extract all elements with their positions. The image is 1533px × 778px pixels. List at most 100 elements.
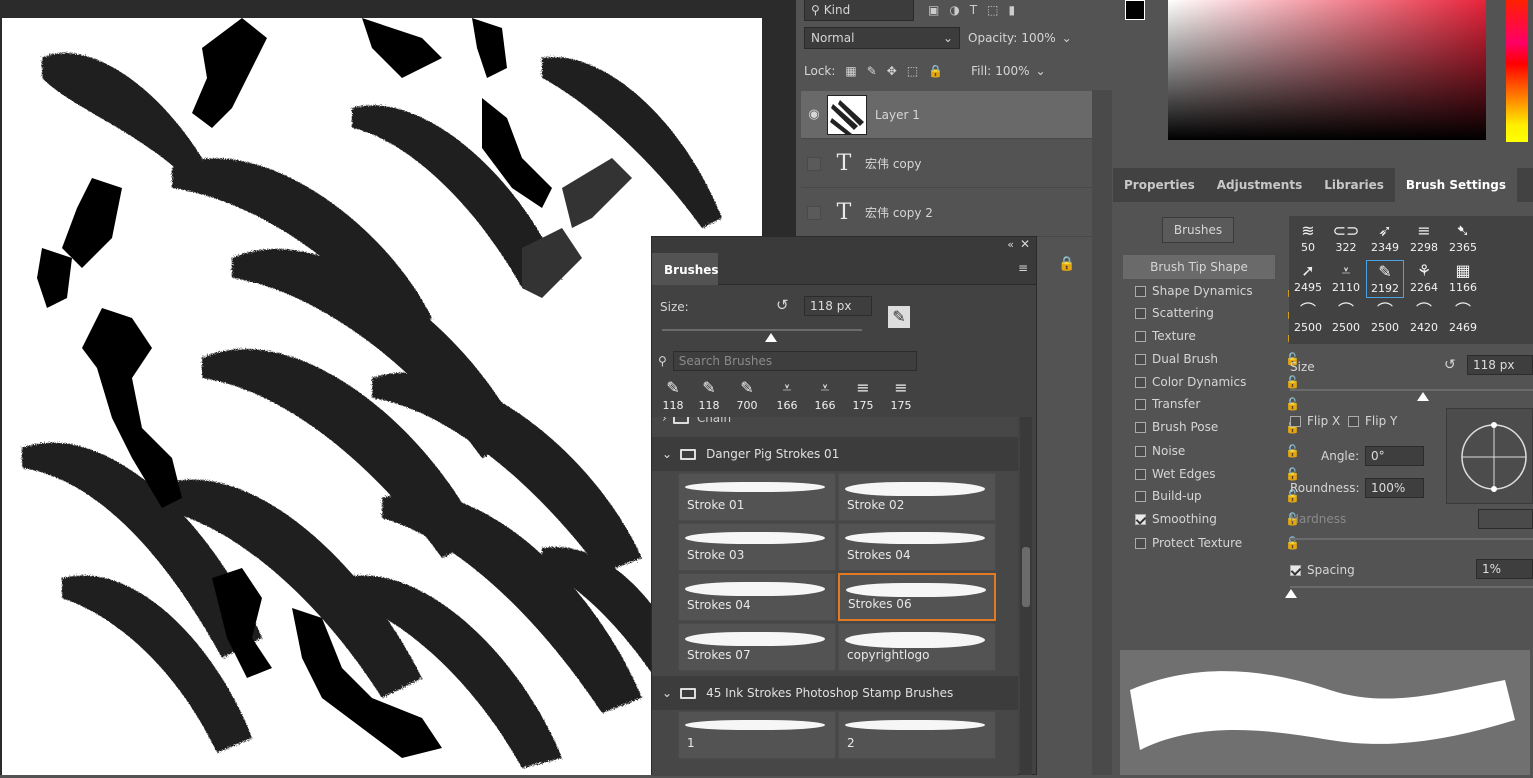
- brush-tip[interactable]: ⌒ 2500: [1327, 300, 1365, 338]
- brush-tip[interactable]: ⊂⊃ 322: [1327, 220, 1365, 258]
- brush-tip[interactable]: ➷ 2365: [1444, 220, 1482, 258]
- chevron-down-icon[interactable]: ⌄: [1036, 64, 1046, 78]
- hardness-input[interactable]: [1478, 509, 1533, 529]
- recent-brush[interactable]: ≡ 175: [848, 377, 878, 417]
- tab-brushes[interactable]: Brushes: [652, 253, 719, 285]
- brush-item[interactable]: 2: [838, 711, 996, 759]
- recent-brush[interactable]: ⩡ 166: [772, 377, 802, 417]
- visibility-toggle[interactable]: [807, 156, 821, 171]
- option-color-dynamics[interactable]: Color Dynamics 🔓: [1135, 371, 1300, 393]
- flip-x-option[interactable]: Flip X: [1290, 414, 1340, 428]
- brush-list-scrollbar[interactable]: [1020, 417, 1032, 775]
- brush-tip[interactable]: ⌒ 2500: [1289, 300, 1327, 338]
- brush-tip[interactable]: ⌒ 2420: [1405, 300, 1443, 338]
- brush-tip[interactable]: ≋ 50: [1289, 220, 1327, 258]
- checkbox-checked[interactable]: [1135, 513, 1146, 525]
- lock-icons[interactable]: ▦✎✥⬚🔒: [845, 64, 953, 78]
- group-header-partial[interactable]: › Chain: [662, 417, 731, 425]
- brush-tip[interactable]: ≡ 2298: [1405, 220, 1443, 258]
- recent-brush[interactable]: ✎ 700: [732, 377, 762, 417]
- lock-icon[interactable]: 🔓: [1285, 397, 1300, 411]
- size-slider-knob[interactable]: [1417, 392, 1429, 401]
- foreground-color-swatch[interactable]: [1125, 0, 1145, 20]
- recent-brush[interactable]: ✎ 118: [658, 377, 688, 417]
- brush-tip-selected[interactable]: ✎ 2192: [1366, 260, 1404, 298]
- checkbox[interactable]: [1135, 468, 1146, 480]
- recent-brush[interactable]: ⩡ 166: [810, 377, 840, 417]
- spacing-input[interactable]: 1%: [1476, 559, 1533, 579]
- layer-row[interactable]: T 宏伟 copy 2: [801, 189, 1093, 237]
- brush-item[interactable]: Stroke 01: [678, 473, 836, 521]
- checkbox[interactable]: [1348, 415, 1359, 427]
- brush-tip-shape-item[interactable]: Brush Tip Shape: [1123, 255, 1275, 279]
- layer-row[interactable]: T 宏伟 copy: [801, 140, 1093, 188]
- checkbox[interactable]: [1135, 398, 1146, 410]
- hardness-slider-track[interactable]: [1290, 538, 1533, 540]
- saturation-brightness-field[interactable]: [1168, 0, 1486, 140]
- lock-icon[interactable]: 🔓: [1285, 444, 1300, 458]
- group-header[interactable]: ⌄ 45 Ink Strokes Photoshop Stamp Brushes: [652, 676, 1018, 710]
- checkbox[interactable]: [1290, 415, 1301, 427]
- document-canvas[interactable]: [2, 18, 762, 775]
- spacing-slider-knob[interactable]: [1285, 589, 1297, 598]
- scrollbar-thumb[interactable]: [1022, 547, 1030, 607]
- search-brushes-input[interactable]: Search Brushes: [672, 351, 917, 371]
- panel-menu-icon[interactable]: ≡: [1018, 261, 1028, 275]
- brush-item[interactable]: Stroke 02: [838, 473, 996, 521]
- option-dual-brush[interactable]: Dual Brush 🔓: [1135, 348, 1300, 370]
- hue-slider[interactable]: [1506, 0, 1528, 142]
- option-smoothing[interactable]: Smoothing 🔓: [1135, 508, 1300, 530]
- close-icon[interactable]: ✕: [1020, 237, 1030, 251]
- size-slider-knob[interactable]: [765, 333, 777, 342]
- brush-tip[interactable]: ⩡ 2110: [1327, 260, 1365, 298]
- tab-properties[interactable]: Properties: [1113, 168, 1206, 202]
- brush-tip[interactable]: ➶ 2349: [1366, 220, 1404, 258]
- checkbox-checked[interactable]: [1290, 564, 1301, 576]
- filter-kind-select[interactable]: ⚲ Kind: [804, 0, 914, 21]
- brush-tip[interactable]: ⚘ 2264: [1405, 260, 1443, 298]
- recent-brush[interactable]: ✎ 118: [694, 377, 724, 417]
- filter-icons[interactable]: ▣◑T⬚▮: [928, 3, 1025, 17]
- brushes-button[interactable]: Brushes: [1162, 217, 1234, 243]
- layer-row[interactable]: ◉ Layer 1: [801, 91, 1093, 139]
- size-slider-track[interactable]: [662, 329, 862, 331]
- brush-settings-toggle-icon[interactable]: ✎: [888, 306, 910, 328]
- spacing-option[interactable]: Spacing: [1290, 563, 1355, 577]
- option-transfer[interactable]: Transfer 🔓: [1135, 393, 1300, 415]
- brush-item[interactable]: Strokes 04: [678, 573, 836, 621]
- flip-y-option[interactable]: Flip Y: [1348, 414, 1397, 428]
- reset-size-icon[interactable]: ↺: [1444, 357, 1456, 373]
- spacing-slider-track[interactable]: [1290, 586, 1533, 588]
- brush-tip[interactable]: ⌒ 2469: [1444, 300, 1482, 338]
- option-shape-dynamics[interactable]: Shape Dynamics🔓: [1135, 280, 1300, 302]
- collapse-icon[interactable]: «: [1007, 238, 1014, 251]
- tab-libraries[interactable]: Libraries: [1313, 168, 1395, 202]
- checkbox[interactable]: [1135, 445, 1146, 457]
- checkbox[interactable]: [1135, 307, 1146, 319]
- visibility-toggle[interactable]: [807, 205, 821, 220]
- option-brush-pose[interactable]: Brush Pose 🔓: [1135, 416, 1300, 438]
- fill-value[interactable]: 100%: [995, 64, 1029, 78]
- checkbox[interactable]: [1135, 421, 1146, 433]
- checkbox[interactable]: [1135, 490, 1146, 502]
- checkbox[interactable]: [1135, 353, 1146, 365]
- checkbox[interactable]: [1135, 537, 1146, 549]
- size-input[interactable]: 118 px: [804, 296, 872, 316]
- checkbox[interactable]: [1135, 376, 1146, 388]
- angle-input[interactable]: 0°: [1365, 446, 1424, 466]
- brush-item[interactable]: 1: [678, 711, 836, 759]
- brush-tip[interactable]: ➚ 2495: [1289, 260, 1327, 298]
- brush-item[interactable]: copyrightlogo: [838, 623, 996, 671]
- panel-header[interactable]: « ✕: [652, 237, 1036, 253]
- eye-icon[interactable]: ◉: [801, 107, 827, 122]
- option-scattering[interactable]: Scattering🔓: [1135, 302, 1300, 324]
- tab-brush-settings[interactable]: Brush Settings: [1394, 168, 1518, 202]
- size-input[interactable]: 118 px: [1467, 355, 1533, 375]
- brush-item[interactable]: Stroke 03: [678, 523, 836, 571]
- opacity-value[interactable]: 100%: [1021, 31, 1055, 45]
- option-noise[interactable]: Noise 🔓: [1135, 440, 1300, 462]
- lock-icon[interactable]: 🔓: [1285, 467, 1300, 481]
- group-header[interactable]: ⌄ Danger Pig Strokes 01: [652, 437, 1018, 471]
- checkbox[interactable]: [1135, 285, 1146, 297]
- brush-tip[interactable]: ▦ 1166: [1444, 260, 1482, 298]
